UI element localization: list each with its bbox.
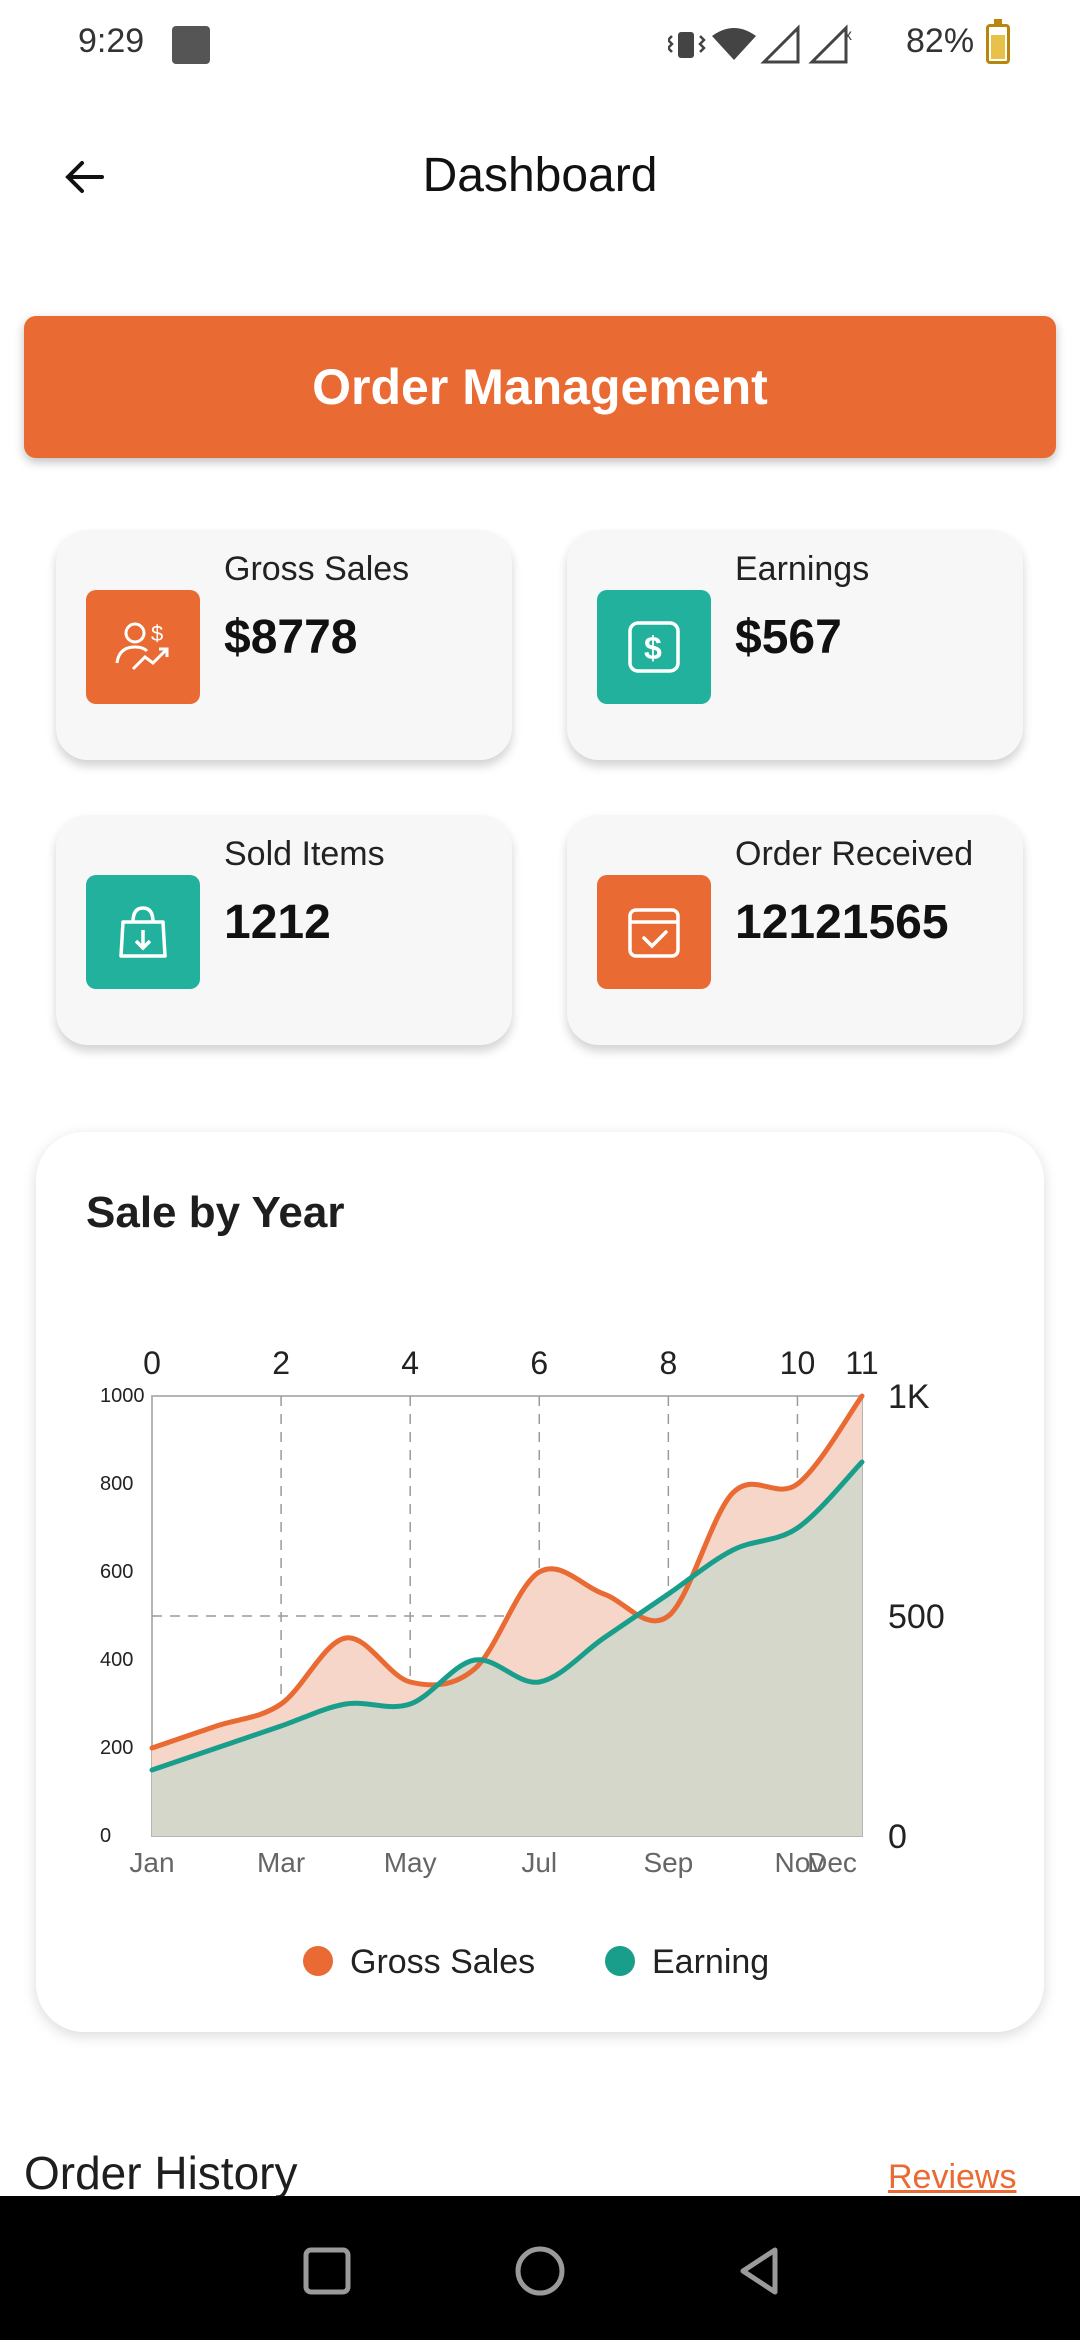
notification-icon	[172, 26, 210, 64]
order-received-value: 12121565	[735, 896, 949, 949]
sold-items-card[interactable]: Sold Items 1212	[56, 815, 512, 1045]
bottom-tick-label: Sep	[643, 1847, 693, 1878]
bottom-tick-label: Jul	[521, 1847, 557, 1878]
earnings-label: Earnings	[735, 550, 870, 588]
navigation-bar	[0, 2196, 1080, 2340]
gross-sales-label: Gross Sales	[224, 550, 410, 588]
app-header: Dashboard	[0, 120, 1080, 230]
svg-text:$: $	[151, 621, 163, 646]
order-management-button[interactable]: Order Management	[24, 316, 1056, 458]
left-tick-label: 0	[100, 1825, 111, 1847]
status-icons: x	[668, 24, 852, 64]
right-tick-label: 500	[888, 1598, 945, 1636]
left-tick-label: 200	[100, 1737, 133, 1759]
bottom-tick-label: May	[384, 1847, 437, 1878]
left-tick-label: 400	[100, 1649, 133, 1671]
order-history-title: Order History	[24, 2147, 298, 2199]
sold-items-label: Sold Items	[224, 835, 385, 873]
signal-icon-2	[808, 24, 848, 64]
bottom-tick-label: Dec	[807, 1847, 857, 1878]
left-tick-label: 600	[100, 1561, 133, 1583]
top-tick-label: 8	[659, 1345, 677, 1381]
svg-text:$: $	[644, 630, 662, 666]
wifi-icon	[712, 28, 756, 60]
top-tick-label: 0	[143, 1345, 161, 1381]
order-received-card[interactable]: Order Received 12121565	[567, 815, 1023, 1045]
signal-icon	[760, 24, 800, 64]
gross-sales-card[interactable]: $ Gross Sales $8778	[56, 530, 512, 760]
sale-by-year-card: Sale by Year 0 2 4 6 8 10 11 0 200 400 600 800 1000 0…	[36, 1132, 1044, 2032]
dollar-icon: $	[597, 590, 711, 704]
legend-label: Gross Sales	[350, 1943, 535, 1981]
bottom-tick-label: Jan	[129, 1847, 174, 1878]
top-tick-label: 10	[780, 1345, 816, 1381]
battery-icon	[986, 19, 1010, 64]
status-time: 9:29	[78, 22, 145, 60]
calendar-check-icon	[597, 875, 711, 989]
left-tick-label: 1000	[100, 1385, 145, 1407]
shopping-bag-icon	[86, 875, 200, 989]
gross-sales-value: $8778	[224, 611, 358, 664]
reviews-link[interactable]: Reviews	[888, 2158, 1016, 2197]
back-nav-icon[interactable]	[725, 2236, 795, 2306]
bottom-tick-label: Mar	[257, 1847, 305, 1878]
legend-label: Earning	[652, 1943, 769, 1981]
top-tick-label: 4	[401, 1345, 419, 1381]
right-tick-label: 0	[888, 1818, 907, 1856]
sale-by-year-chart: 0 2 4 6 8 10 11 0 200 400 600 800 1000 0 500 1K Jan Mar Ma…	[100, 1345, 945, 1981]
status-bar: 9:29 x 82%	[0, 0, 1080, 92]
legend-marker	[303, 1946, 333, 1976]
top-tick-label: 2	[272, 1345, 290, 1381]
right-tick-label: 1K	[888, 1378, 930, 1416]
earnings-card[interactable]: $ Earnings $567	[567, 530, 1023, 760]
recents-icon[interactable]	[292, 2236, 362, 2306]
top-tick-label: 11	[845, 1345, 878, 1381]
vibrate-icon	[668, 32, 706, 58]
earnings-value: $567	[735, 611, 842, 664]
legend-marker	[605, 1946, 635, 1976]
svg-text:x: x	[844, 27, 852, 44]
order-received-label: Order Received	[735, 835, 974, 873]
user-dollar-icon: $	[86, 590, 200, 704]
home-icon[interactable]	[505, 2236, 575, 2306]
page-title: Dashboard	[422, 149, 658, 202]
sold-items-value: 1212	[224, 896, 331, 949]
top-tick-label: 6	[530, 1345, 548, 1381]
left-tick-label: 800	[100, 1473, 133, 1495]
battery-percent: 82%	[906, 22, 975, 60]
